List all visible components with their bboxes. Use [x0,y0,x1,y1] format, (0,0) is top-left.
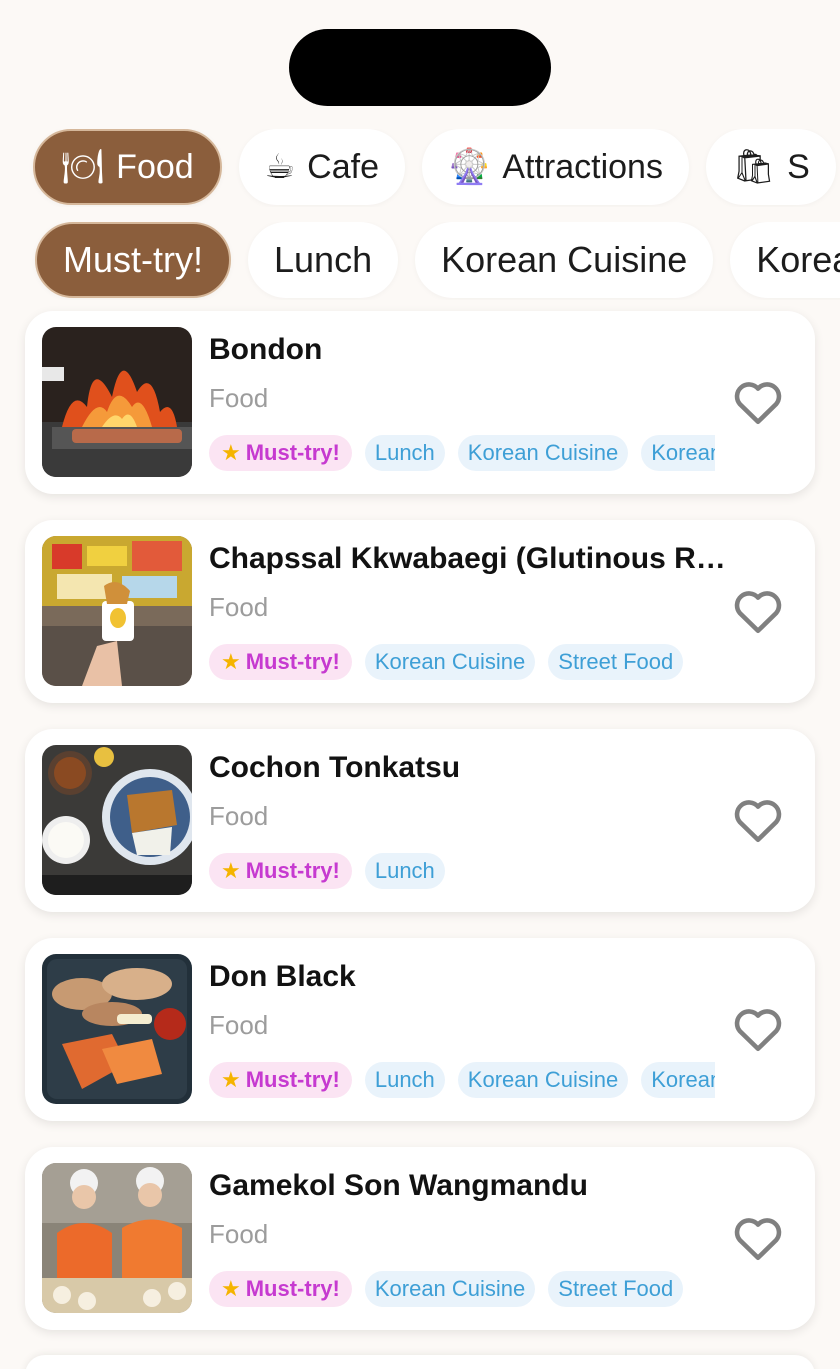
place-photo [42,745,192,895]
tag: Korean Cuisine [457,1062,629,1098]
filter-tags: Must-try! Lunch Korean Cuisine Korean [0,222,840,300]
category-label: Food [116,147,194,186]
heart-icon[interactable] [733,1005,783,1053]
filter-chip-must-try[interactable]: Must-try! [35,222,231,298]
place-photo [42,327,192,477]
tag: Lunch [364,1062,445,1098]
place-card[interactable]: Bondon Food ★ Must-try! Lunch Korean Cuis… [25,311,815,494]
must-try-badge: ★ Must-try! [209,1062,352,1098]
place-card[interactable]: Don Black Food ★ Must-try! Lunch Korean C… [25,938,815,1121]
dynamic-island [289,29,551,106]
star-icon: ★ [221,858,241,883]
place-name: Don Black [209,960,356,993]
place-photo [42,954,192,1104]
must-try-badge: ★ Must-try! [209,853,352,889]
category-label: S [787,147,810,186]
place-tags: ★Must-try! Lunch Korean Cuisine Korean [209,435,715,471]
star-icon: ★ [221,1067,241,1092]
place-category: Food [209,592,269,622]
tag: Korean Cuisine [364,1271,536,1307]
category-chip-cafe[interactable]: ☕ Cafe [238,129,405,205]
filter-chip-lunch[interactable]: Lunch [248,222,399,298]
place-card[interactable]: Chapssal Kkwabaegi (Glutinous Rice Twist… [25,520,815,703]
tag: Korean [641,435,715,471]
place-name: Cochon Tonkatsu [209,751,461,784]
heart-icon[interactable] [733,1214,783,1262]
category-chip-shopping[interactable]: 🛍 S [705,129,836,205]
coffee-icon: ☕ [264,147,296,187]
star-icon: ★ [221,649,241,674]
star-icon: ★ [221,1276,241,1301]
place-photo [42,536,192,686]
must-try-badge: ★ Must-try! [209,435,352,471]
category-tabs: 🍽 Food ☕ Cafe 🎡 Attractions 🛍 S [0,129,840,207]
place-name: Chapssal Kkwabaegi (Glutinous Rice Twist… [209,542,729,575]
place-category: Food [209,801,269,831]
heart-icon[interactable] [733,796,783,844]
category-label: Attractions [502,147,663,186]
tag: Lunch [364,435,445,471]
filter-chip-korean-cuisine[interactable]: Korean Cuisine [415,222,714,298]
tag: Street Food [548,1271,684,1307]
tag: Lunch [364,853,445,889]
shopping-bag-icon: 🛍 [731,147,776,187]
place-category: Food [209,383,269,413]
tag: Korean [641,1062,715,1098]
place-tags: ★ Must-try! Korean Cuisine Street Food [209,1271,715,1307]
tag: Korean Cuisine [457,435,629,471]
tag: Korean Cuisine [364,644,536,680]
place-name: Gamekol Son Wangmandu [209,1169,588,1202]
heart-icon[interactable] [733,378,783,426]
place-card[interactable]: Gamekol Son Wangmandu Food ★ Must-try! Ko… [25,1147,815,1330]
place-category: Food [209,1010,269,1040]
must-try-badge: ★ Must-try! [209,1271,352,1307]
category-chip-attractions[interactable]: 🎡 Attractions [421,129,689,205]
plate-icon: 🍽 [61,147,105,187]
place-card[interactable]: Cochon Tonkatsu Food ★ Must-try! Lunch [25,729,815,912]
star-icon: ★ [221,440,241,465]
place-list: Bondon Food ★ Must-try! Lunch Korean Cuis… [25,311,815,1356]
place-name: Bondon [209,333,323,366]
place-category: Food [209,1219,269,1249]
place-tags: ★ Must-try! Korean Cuisine Street Food [209,644,715,680]
place-tags: ★ Must-try! Lunch [209,853,715,889]
tag: Street Food [548,644,684,680]
filter-chip-korean[interactable]: Korean [730,222,840,298]
category-chip-food[interactable]: 🍽 Food [33,129,222,205]
place-card-partial[interactable] [25,1355,815,1369]
ferris-wheel-icon: 🎡 [447,147,491,187]
category-label: Cafe [307,147,379,186]
place-tags: ★Must-try! Lunch Korean Cuisine Korean [209,1062,715,1098]
must-try-badge: ★ Must-try! [209,644,352,680]
heart-icon[interactable] [733,587,783,635]
place-photo [42,1163,192,1313]
